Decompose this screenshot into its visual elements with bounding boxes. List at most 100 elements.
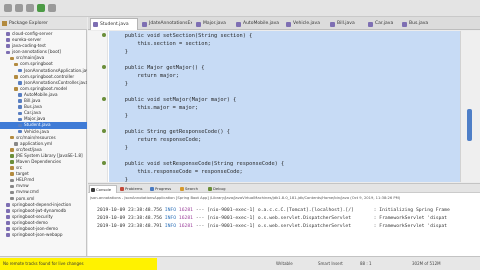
- tree-item-icon: [10, 154, 14, 158]
- tree-item-icon: [14, 87, 18, 91]
- tree-item-icon: [18, 123, 22, 128]
- new-icon[interactable]: [4, 4, 12, 12]
- log-lv: INFO: [164, 224, 177, 229]
- code-line: }: [112, 113, 128, 119]
- console-tab[interactable]: Debug: [207, 185, 231, 193]
- override-marker-icon: [102, 33, 106, 37]
- editor-tab[interactable]: Major.java: [194, 19, 232, 29]
- tree-item-icon: [18, 117, 22, 122]
- tree-item-icon: [10, 184, 14, 189]
- editor-tab-label: Vehicle.java: [293, 21, 320, 26]
- editor-tab[interactable]: Student.java: [90, 18, 138, 30]
- editor-tab[interactable]: AutoMobile.java: [234, 19, 282, 29]
- editor-tab[interactable]: Bill.java: [328, 19, 364, 29]
- editor-tab[interactable]: Bus.java: [400, 19, 434, 29]
- log-ts: 2019-10-09 23:38:48.791: [97, 224, 162, 229]
- tree-item-label: springboot-json-webapp: [12, 232, 63, 238]
- view-icon: [91, 188, 95, 192]
- log-lv: INFO: [164, 216, 177, 221]
- package-icon: [2, 21, 7, 26]
- tree-item-icon: [18, 111, 22, 116]
- console-tab-label: Console: [96, 187, 112, 192]
- console-tab-label: Debug: [213, 186, 226, 191]
- tree-item-icon: [10, 135, 14, 140]
- tree-item[interactable]: springboot-json-webapp: [0, 232, 87, 238]
- console-tab[interactable]: Problems: [119, 185, 147, 193]
- editor-tab[interactable]: JdateAnnotationsEx: [140, 19, 192, 29]
- java-file-icon: [196, 22, 201, 27]
- java-file-icon: [330, 22, 335, 27]
- editor-tab-label: Car.java: [375, 21, 394, 26]
- code-line: this.section = section;: [112, 41, 211, 47]
- log-ts: 2019-10-09 23:38:48.756: [97, 208, 162, 213]
- run-icon[interactable]: [37, 4, 45, 12]
- override-marker-icon: [102, 65, 106, 69]
- console-tab-label: Progress: [155, 186, 172, 191]
- tree-item-icon: [10, 190, 14, 195]
- override-marker-icon: [102, 97, 106, 101]
- tree-item-icon: [6, 38, 10, 42]
- console-view: Console Problems Progress Search Debug json-…: [88, 183, 480, 256]
- heap-status[interactable]: 302M of 512M: [412, 258, 441, 270]
- tree-item-icon: [6, 50, 10, 55]
- code-line: public void setResponseCode(String respo…: [112, 161, 285, 167]
- main-toolbar: [0, 0, 480, 17]
- editor-tab[interactable]: Vehicle.java: [284, 19, 326, 29]
- code-line: }: [112, 81, 128, 87]
- tree-item-icon: [18, 81, 22, 85]
- status-bar: No remote tracks found for live changes …: [0, 256, 480, 270]
- tree-item-icon: [6, 215, 10, 219]
- console-tab-label: Problems: [125, 186, 143, 191]
- project-tree: cloud-config-server eureka-server java-cod…: [0, 31, 87, 238]
- save-icon[interactable]: [15, 4, 23, 12]
- tree-item-icon: [18, 93, 22, 97]
- search-icon[interactable]: [48, 4, 56, 12]
- tree-item-icon: [10, 172, 14, 177]
- console-tab-label: Search: [185, 186, 199, 191]
- tree-item-icon: [6, 221, 10, 225]
- code-line: this.responseCode = responseCode;: [112, 169, 243, 175]
- java-file-icon: [236, 22, 241, 27]
- java-file-icon: [402, 22, 407, 27]
- java-file-icon: [286, 22, 291, 27]
- log-ts: 2019-10-09 23:38:48.756: [97, 216, 162, 221]
- code-line: }: [112, 145, 128, 151]
- console-tab[interactable]: Search: [179, 185, 205, 193]
- console-log-line: 2019-10-09 23:38:48.791 INFO 16281 --- […: [97, 223, 447, 230]
- java-file-icon: [93, 22, 98, 27]
- tree-item-icon: [6, 44, 10, 49]
- scrollbar-thumb[interactable]: [467, 109, 472, 141]
- debug-icon[interactable]: [26, 4, 34, 12]
- tree-item-icon: [10, 160, 14, 164]
- insert-mode-status: Smart Insert: [318, 261, 343, 266]
- tree-item-icon: [18, 68, 22, 73]
- editor-tab-bar: Student.java JdateAnnotationsEx Major.java…: [88, 17, 480, 30]
- code-line: this.major = major;: [112, 105, 199, 111]
- editor-tab-label: Bill.java: [337, 21, 355, 26]
- log-pid: 16281: [178, 224, 193, 229]
- status-message: No remote tracks found for live changes: [0, 258, 157, 270]
- editor-tab[interactable]: Car.java: [366, 19, 398, 29]
- java-file-icon: [142, 22, 147, 27]
- view-icon: [120, 187, 124, 191]
- console-launch-title: json-annotations - JsonAnnotationsApplic…: [90, 196, 401, 200]
- code-line: }: [112, 177, 128, 182]
- cursor-position: 88 : 1: [360, 261, 372, 266]
- tree-item-icon: [14, 141, 18, 146]
- code-line: public void setSection(String section) {: [112, 33, 253, 39]
- log-pid: 16281: [178, 216, 193, 221]
- log-rest: --- [nio-9001-exec-1] o.s.web.servlet.Di…: [195, 224, 447, 229]
- view-icon: [150, 187, 154, 191]
- editor-tab-label: Major.java: [203, 21, 226, 26]
- tree-item-icon: [10, 56, 14, 61]
- log-lv: INFO: [164, 208, 177, 213]
- editor-vertical-scrollbar[interactable]: [460, 31, 480, 182]
- tree-item-icon: [18, 99, 22, 103]
- console-tab[interactable]: Console: [89, 185, 117, 193]
- editor-gutter: [88, 31, 108, 182]
- tree-item-icon: [18, 105, 22, 110]
- tree-item-icon: [6, 202, 10, 207]
- console-tab[interactable]: Progress: [149, 185, 177, 193]
- code-editor[interactable]: public void setSection(String section) {…: [88, 31, 460, 182]
- tree-item-icon: [6, 209, 10, 213]
